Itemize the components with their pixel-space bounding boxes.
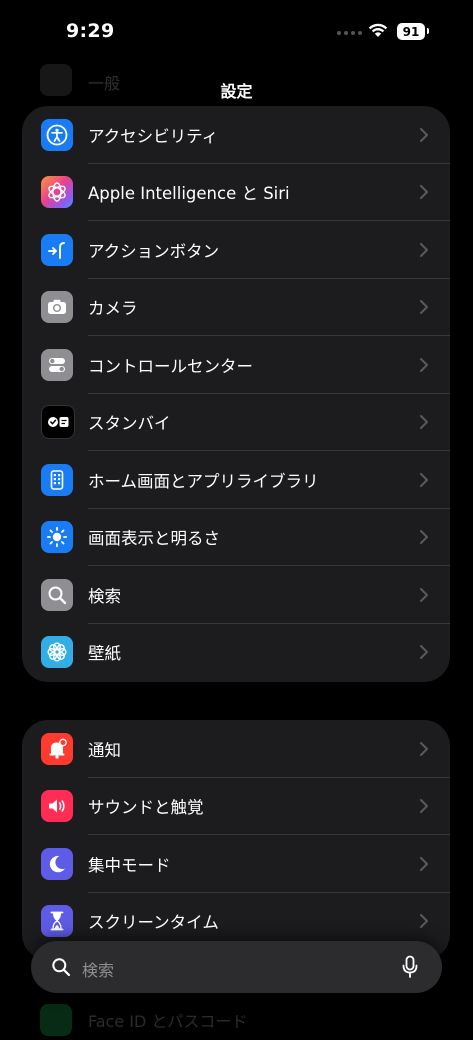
cellular-signal-icon (337, 31, 362, 35)
row-apple-intelligence-siri[interactable]: Apple Intelligence と Siri (22, 164, 450, 221)
chevron-right-icon (420, 645, 428, 660)
row-standby[interactable]: スタンバイ (22, 394, 450, 451)
focus-icon (41, 847, 73, 880)
microphone-icon[interactable] (402, 955, 418, 979)
row-label: 画面表示と明るさ (88, 529, 220, 549)
row-display-brightness[interactable]: 画面表示と明るさ (22, 509, 450, 566)
wifi-icon (368, 23, 388, 37)
settings-group-1: アクセシビリティ Apple Intelligence と Siri アクション… (22, 106, 450, 682)
chevron-right-icon (420, 530, 428, 545)
chevron-right-icon (420, 300, 428, 315)
row-focus[interactable]: 集中モード (22, 835, 450, 893)
row-label: カメラ (88, 299, 138, 319)
notifications-icon (41, 732, 73, 765)
row-wallpaper[interactable]: 壁紙 (22, 624, 450, 682)
row-label: アクセシビリティ (88, 126, 219, 146)
row-camera[interactable]: カメラ (22, 279, 450, 336)
chevron-right-icon (420, 587, 428, 602)
row-sounds-haptics[interactable]: サウンドと触覚 (22, 778, 450, 835)
row-label: コントロールセンター (88, 356, 253, 376)
row-action-button[interactable]: アクションボタン (22, 221, 450, 279)
chevron-right-icon (420, 415, 428, 430)
row-notifications[interactable]: 通知 (22, 720, 450, 778)
chevron-right-icon (420, 185, 428, 200)
screen-time-icon (41, 905, 73, 938)
status-bar: 9:29 91 (0, 0, 473, 60)
row-label: Apple Intelligence と Siri (88, 184, 290, 204)
search-field[interactable]: 検索 (31, 941, 442, 993)
status-time: 9:29 (66, 20, 115, 42)
control-center-icon (41, 348, 73, 381)
search-icon (41, 578, 73, 611)
row-label: スタンバイ (88, 414, 171, 434)
accessibility-icon (41, 118, 73, 151)
row-search[interactable]: 検索 (22, 566, 450, 624)
settings-group-2: 通知 サウンドと触覚 集中モード スクリーンタイム (22, 720, 450, 960)
page-title: 設定 (220, 82, 253, 101)
search-icon (52, 958, 71, 977)
wallpaper-icon (41, 636, 73, 669)
faded-row-label: Face ID とパスコード (88, 1012, 248, 1031)
sounds-haptics-icon (41, 790, 73, 823)
chevron-right-icon (420, 357, 428, 372)
search-placeholder: 検索 (82, 961, 115, 980)
chevron-right-icon (420, 856, 428, 871)
row-label: サウンドと触覚 (88, 798, 204, 818)
battery-indicator: 91 (397, 23, 425, 40)
chevron-right-icon (420, 242, 428, 257)
apple-intelligence-icon (41, 176, 73, 209)
row-home-screen[interactable]: ホーム画面とアプリライブラリ (22, 451, 450, 509)
row-label: ホーム画面とアプリライブラリ (88, 471, 319, 491)
row-label: 壁紙 (88, 644, 121, 664)
row-control-center[interactable]: コントロールセンター (22, 336, 450, 394)
chevron-right-icon (420, 741, 428, 756)
row-label: スクリーンタイム (88, 913, 219, 933)
face-id-icon (40, 1004, 72, 1036)
chevron-right-icon (420, 914, 428, 929)
battery-cap (427, 28, 429, 34)
row-label: アクションボタン (88, 241, 220, 261)
action-button-icon (41, 233, 73, 266)
row-label: 通知 (88, 740, 121, 760)
display-brightness-icon (41, 521, 73, 554)
chevron-right-icon (420, 799, 428, 814)
chevron-right-icon (420, 127, 428, 142)
standby-icon (41, 405, 75, 440)
row-accessibility[interactable]: アクセシビリティ (22, 106, 450, 164)
row-label: 検索 (88, 586, 121, 606)
chevron-right-icon (420, 472, 428, 487)
camera-icon (41, 291, 73, 324)
faded-row-face-id: Face ID とパスコード (22, 1000, 450, 1040)
home-screen-icon (41, 463, 73, 496)
row-label: 集中モード (88, 855, 171, 875)
